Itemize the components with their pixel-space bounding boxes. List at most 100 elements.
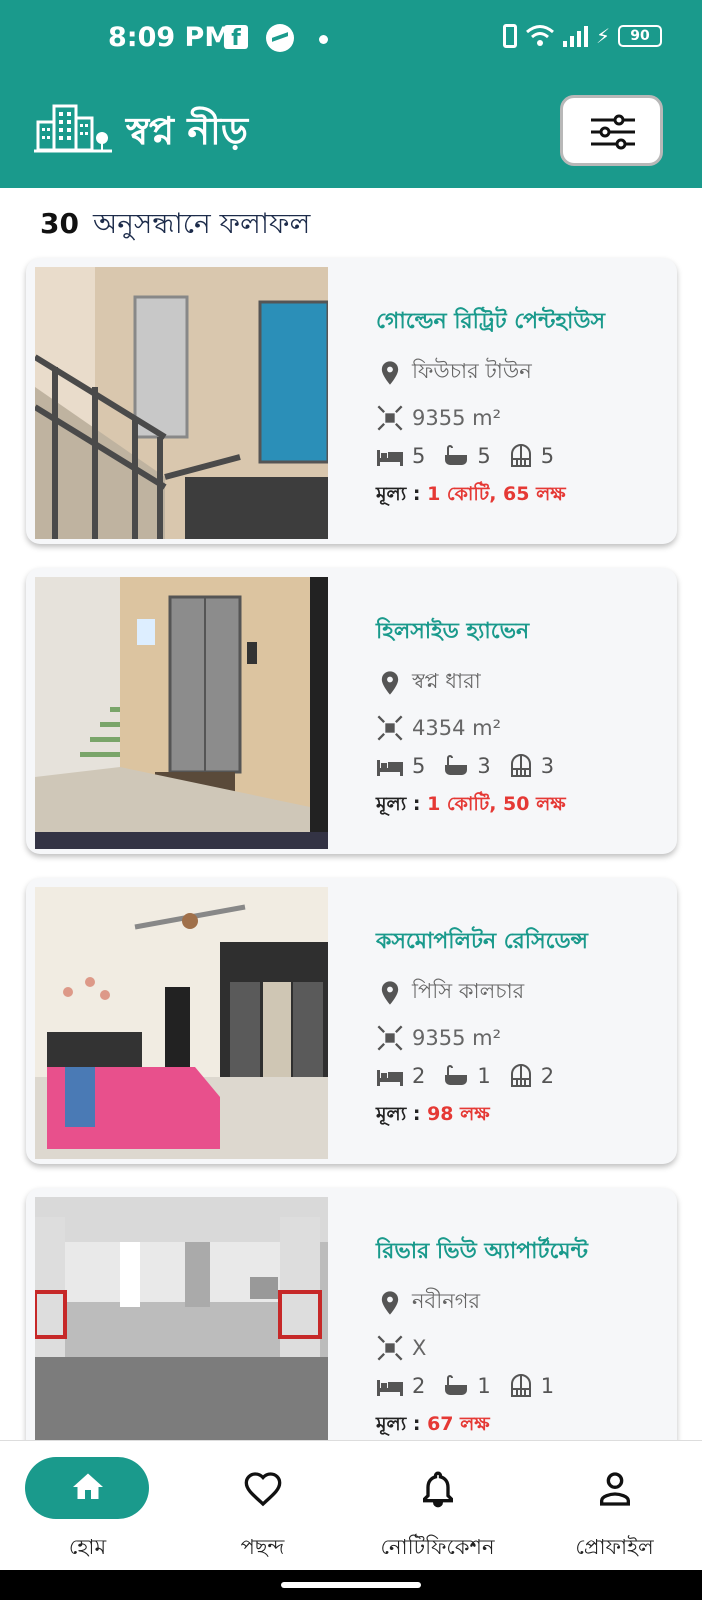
listing-card[interactable]: গোল্ডেন রিট্রিট পেন্টহাউস ফিউচার টাউন 93… xyxy=(26,258,677,544)
facebook-icon: f xyxy=(224,25,248,51)
nav-profile[interactable]: প্রোফাইল xyxy=(527,1441,702,1571)
baths-count: 3 xyxy=(477,754,491,778)
price-value: 67 লক্ষ xyxy=(427,1413,490,1435)
bed-icon xyxy=(377,760,403,776)
balconies-count: 5 xyxy=(540,444,555,468)
bell-icon xyxy=(422,1471,453,1508)
app-title: স্বপ্ন নীড় xyxy=(126,109,249,153)
bathtub-icon xyxy=(445,1375,468,1395)
charging-icon: ⚡ xyxy=(595,24,610,48)
listing-info: হিলসাইড হ্যাভেন স্বপ্ন ধারা 4354 m² 5 3 … xyxy=(376,614,676,822)
nav-home-label: হোম xyxy=(68,1535,107,1559)
listing-area: 9355 m² xyxy=(376,1024,676,1052)
beds-count: 5 xyxy=(412,444,426,468)
beds-count: 2 xyxy=(412,1374,426,1398)
beds-count: 2 xyxy=(412,1064,426,1088)
baths-count: 5 xyxy=(477,444,491,468)
listing-card[interactable]: রিভার ভিউ অ্যাপার্টমেন্ট নবীনগর X 2 1 1 … xyxy=(26,1188,677,1474)
status-time: 8:09 PM xyxy=(108,22,232,53)
listing-stats: 5 3 3 xyxy=(376,754,676,778)
listing-location: নবীনগর xyxy=(376,1285,676,1320)
wifi-icon xyxy=(525,25,554,46)
listing-title: কসমোপলিটন রেসিডেন্স xyxy=(376,929,588,954)
listing-stats: 2 1 2 xyxy=(376,1064,676,1088)
balcony-icon xyxy=(510,1064,531,1087)
location-text: পিসি কালচার xyxy=(412,979,525,1003)
home-indicator[interactable] xyxy=(281,1582,421,1588)
price-label: মূল্য : xyxy=(376,793,421,815)
listing-price: মূল্য : 67 লক্ষ xyxy=(376,1410,676,1442)
listing-info: গোল্ডেন রিট্রিট পেন্টহাউস ফিউচার টাউন 93… xyxy=(376,304,676,512)
location-text: ফিউচার টাউন xyxy=(412,359,532,383)
nav-notifications[interactable]: নোটিফিকেশন xyxy=(350,1441,525,1571)
listing-photo xyxy=(35,267,328,539)
listing-card[interactable]: হিলসাইড হ্যাভেন স্বপ্ন ধারা 4354 m² 5 3 … xyxy=(26,568,677,854)
listing-area: 4354 m² xyxy=(376,714,676,742)
listing-stats: 5 5 5 xyxy=(376,444,676,468)
bathtub-icon xyxy=(445,1065,468,1085)
listing-card[interactable]: কসমোপলিটন রেসিডেন্স পিসি কালচার 9355 m² … xyxy=(26,878,677,1164)
location-pin-icon xyxy=(381,670,399,695)
app-bar: স্বপ্ন নীড় xyxy=(0,82,702,188)
area-icon xyxy=(377,1025,403,1051)
bathtub-icon xyxy=(445,445,468,465)
building-logo-icon xyxy=(34,104,112,153)
balcony-icon xyxy=(510,754,531,777)
filter-button[interactable] xyxy=(560,95,663,166)
listing-location: ফিউচার টাউন xyxy=(376,355,676,390)
area-text: 4354 m² xyxy=(412,716,501,740)
notification-dot-icon xyxy=(319,35,328,44)
bottom-navigation: হোম পছন্দ নোটিফিকেশন প্রোফাইল xyxy=(0,1440,702,1570)
bed-icon xyxy=(377,450,403,466)
nav-favorites[interactable]: পছন্দ xyxy=(175,1441,350,1571)
balconies-count: 2 xyxy=(540,1064,555,1088)
listing-info: কসমোপলিটন রেসিডেন্স পিসি কালচার 9355 m² … xyxy=(376,924,676,1132)
beds-count: 5 xyxy=(412,754,426,778)
location-text: নবীনগর xyxy=(412,1289,481,1313)
signal-icon xyxy=(562,25,588,47)
listing-stats: 2 1 1 xyxy=(376,1374,676,1398)
listing-area: X xyxy=(376,1334,676,1362)
listing-title: গোল্ডেন রিট্রিট পেন্টহাউস xyxy=(376,309,605,334)
status-icons: ⚡ 90 xyxy=(502,24,662,48)
area-icon xyxy=(377,405,403,431)
results-count: 30 xyxy=(40,207,79,240)
nav-favorites-label: পছন্দ xyxy=(240,1535,285,1559)
listing-location: স্বপ্ন ধারা xyxy=(376,665,676,700)
listing-price: মূল্য : 98 লক্ষ xyxy=(376,1100,676,1132)
battery-icon: 90 xyxy=(618,25,662,47)
listing-price: মূল্য : 1 কোটি, 50 লক্ষ xyxy=(376,790,676,822)
home-icon xyxy=(72,1473,103,1499)
listing-title: রিভার ভিউ অ্যাপার্টমেন্ট xyxy=(376,1239,588,1264)
balcony-icon xyxy=(510,1374,531,1397)
area-text: 9355 m² xyxy=(412,406,501,430)
person-icon xyxy=(599,1472,630,1506)
results-label: অনুসন্ধানে ফলাফল xyxy=(92,207,311,240)
price-label: মূল্য : xyxy=(376,1413,421,1435)
location-pin-icon xyxy=(381,360,399,385)
bed-icon xyxy=(377,1070,403,1086)
nav-profile-label: প্রোফাইল xyxy=(575,1535,654,1559)
listing-area: 9355 m² xyxy=(376,404,676,432)
results-header: 30 অনুসন্ধানে ফলাফল xyxy=(40,202,310,249)
area-text: 9355 m² xyxy=(412,1026,501,1050)
listing-info: রিভার ভিউ অ্যাপার্টমেন্ট নবীনগর X 2 1 1 … xyxy=(376,1234,676,1442)
sliders-icon xyxy=(591,114,635,150)
balcony-icon xyxy=(510,444,531,467)
listing-title: হিলসাইড হ্যাভেন xyxy=(376,619,530,644)
heart-icon xyxy=(244,1472,281,1507)
location-pin-icon xyxy=(381,980,399,1005)
nav-home[interactable]: হোম xyxy=(0,1441,175,1571)
bathtub-icon xyxy=(445,755,468,775)
listing-location: পিসি কালচার xyxy=(376,975,676,1010)
area-text: X xyxy=(412,1336,427,1360)
nav-notifications-label: নোটিফিকেশন xyxy=(380,1535,495,1559)
balconies-count: 1 xyxy=(540,1374,555,1398)
area-icon xyxy=(377,715,403,741)
system-home-bar xyxy=(0,1570,702,1600)
balconies-count: 3 xyxy=(540,754,555,778)
messenger-icon xyxy=(266,24,294,52)
status-bar: 8:09 PM f ⚡ 90 xyxy=(0,0,702,82)
listing-photo xyxy=(35,1197,328,1469)
price-value: 1 কোটি, 65 লক্ষ xyxy=(427,483,566,505)
